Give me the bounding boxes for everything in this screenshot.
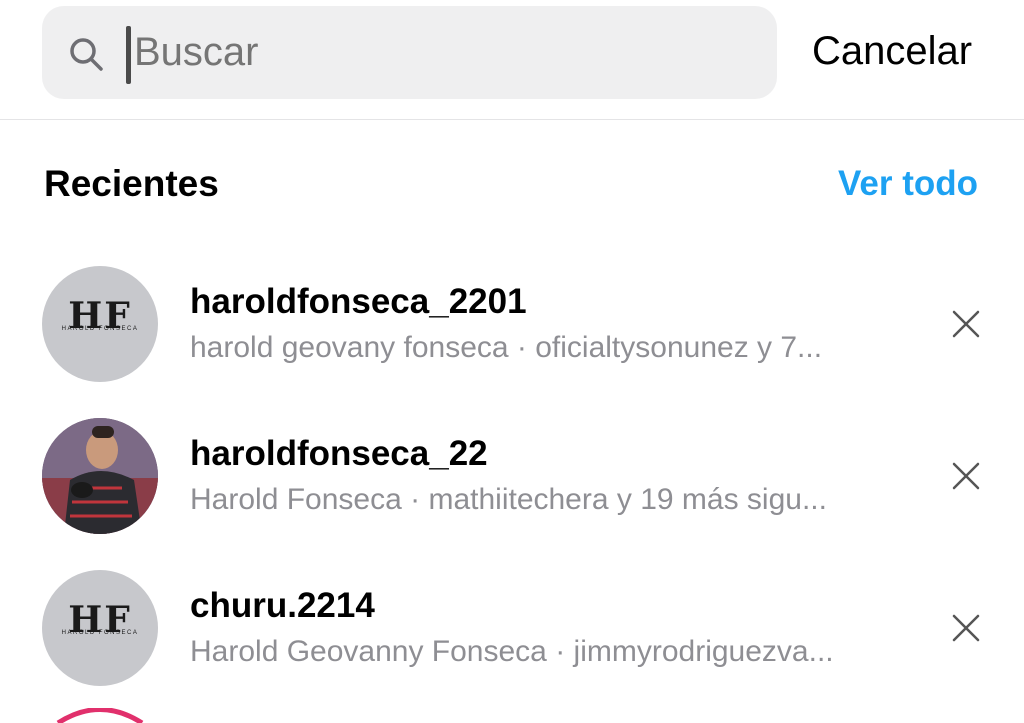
close-icon[interactable] bbox=[950, 460, 982, 492]
text-cursor bbox=[126, 26, 131, 84]
search-input[interactable] bbox=[134, 6, 734, 99]
cancel-button[interactable]: Cancelar bbox=[812, 24, 972, 78]
section-title: Recientes bbox=[44, 163, 219, 204]
goalkeeper-photo bbox=[42, 418, 158, 534]
hf-logo-icon: HF HAROLD FONSECA bbox=[62, 599, 139, 641]
username: churu.2214 bbox=[190, 586, 375, 625]
username: haroldfonseca_22 bbox=[190, 434, 488, 473]
search-bar[interactable] bbox=[42, 6, 777, 99]
story-ring-avatar bbox=[56, 708, 144, 723]
see-all-link[interactable]: Ver todo bbox=[838, 160, 978, 208]
list-item[interactable]: haroldfonseca_22 Harold Fonseca · mathii… bbox=[0, 418, 1024, 568]
close-icon[interactable] bbox=[950, 308, 982, 340]
user-meta: Harold Fonseca · mathiitechera y 19 más … bbox=[190, 483, 827, 516]
avatar: HF HAROLD FONSECA bbox=[42, 266, 158, 382]
list-item[interactable]: HF HAROLD FONSECA churu.2214 Harold Geov… bbox=[0, 570, 1024, 720]
list-item[interactable]: HF HAROLD FONSECA haroldfonseca_2201 har… bbox=[0, 266, 1024, 416]
avatar bbox=[42, 418, 158, 534]
hf-logo-icon: HF HAROLD FONSECA bbox=[62, 295, 139, 337]
user-meta: harold geovany fonseca · oficialtysonune… bbox=[190, 331, 823, 364]
user-meta: Harold Geovanny Fonseca · jimmyrodriguez… bbox=[190, 635, 834, 668]
svg-text:HAROLD FONSECA: HAROLD FONSECA bbox=[62, 326, 139, 332]
svg-text:HAROLD FONSECA: HAROLD FONSECA bbox=[62, 630, 139, 636]
close-icon[interactable] bbox=[950, 612, 982, 644]
avatar: HF HAROLD FONSECA bbox=[42, 570, 158, 686]
username: haroldfonseca_2201 bbox=[190, 282, 527, 321]
search-icon bbox=[70, 38, 103, 71]
divider bbox=[0, 119, 1024, 120]
